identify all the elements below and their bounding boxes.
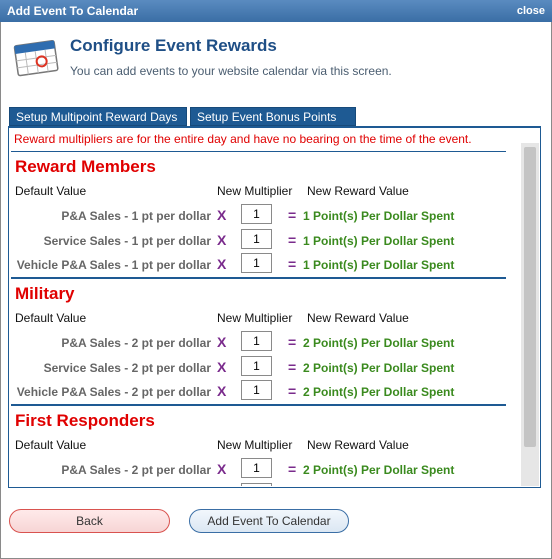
default-value: Service Sales - 2 pt per dollar [43, 361, 211, 375]
reward-row: P&A Sales - 2 pt per dollar X = 2 Point(… [11, 331, 506, 356]
new-reward-value: 2 Point(s) Per Dollar Spent [303, 463, 455, 477]
equals-sign: = [288, 461, 297, 477]
equals-sign: = [288, 232, 297, 248]
new-reward-value: 2 Point(s) Per Dollar Spent [303, 361, 455, 375]
column-header-multiplier: New Multiplier [217, 311, 293, 325]
multiplier-input[interactable] [241, 204, 272, 224]
rewards-panel: Reward multipliers are for the entire da… [8, 126, 541, 488]
default-value: Service Sales - 1 pt per dollar [43, 234, 211, 248]
column-header-reward: New Reward Value [307, 438, 409, 452]
multiply-sign: X [217, 334, 227, 350]
multiplier-input[interactable] [241, 253, 272, 273]
multiplier-input[interactable] [241, 380, 272, 400]
column-header-default: Default Value [15, 184, 87, 198]
notice-text: Reward multipliers are for the entire da… [14, 132, 472, 146]
section-military: Military Default Value New Multiplier Ne… [11, 279, 506, 406]
tab-multipoint-reward-days[interactable]: Setup Multipoint Reward Days [9, 107, 187, 126]
new-reward-value: 1 Point(s) Per Dollar Spent [303, 234, 455, 248]
equals-sign: = [288, 383, 297, 399]
equals-sign: = [288, 359, 297, 375]
reward-row: Vehicle P&A Sales - 2 pt per dollar X = … [11, 380, 506, 405]
equals-sign: = [288, 334, 297, 350]
multiplier-input[interactable] [241, 356, 272, 376]
column-header-default: Default Value [15, 311, 87, 325]
multiply-sign: X [217, 383, 227, 399]
section-first-responders: First Responders Default Value New Multi… [11, 406, 506, 486]
default-value: P&A Sales - 1 pt per dollar [61, 209, 211, 223]
scrollbar-thumb[interactable] [524, 147, 536, 447]
multiply-sign: X [217, 232, 227, 248]
default-value: Vehicle P&A Sales - 1 pt per dollar [16, 258, 211, 272]
column-header-multiplier: New Multiplier [217, 438, 293, 452]
equals-sign: = [288, 256, 297, 272]
column-header-multiplier: New Multiplier [217, 184, 293, 198]
add-event-button[interactable]: Add Event To Calendar [189, 509, 349, 533]
equals-sign: = [288, 207, 297, 223]
reward-row: P&A Sales - 2 pt per dollar X = 2 Point(… [11, 458, 506, 483]
dialog-titlebar: Add Event To Calendar close [0, 0, 552, 22]
reward-row: Vehicle P&A Sales - 1 pt per dollar X = … [11, 253, 506, 278]
reward-row: P&A Sales - 1 pt per dollar X = 1 Point(… [11, 204, 506, 229]
column-header-reward: New Reward Value [307, 184, 409, 198]
default-value: P&A Sales - 2 pt per dollar [61, 463, 211, 477]
multiply-sign: X [217, 359, 227, 375]
section-reward-members: Reward Members Default Value New Multipl… [11, 152, 506, 279]
column-header-default: Default Value [15, 438, 87, 452]
new-reward-value: 2 Point(s) Per Dollar Spent [303, 336, 455, 350]
close-button[interactable]: close [517, 5, 545, 17]
multiplier-input[interactable] [241, 458, 272, 478]
reward-row: Service Sales - 2 pt per dollar X = 2 Po… [11, 356, 506, 381]
sections-scroll-area[interactable]: Reward Members Default Value New Multipl… [11, 151, 506, 486]
default-value: P&A Sales - 2 pt per dollar [61, 336, 211, 350]
multiply-sign: X [217, 207, 227, 223]
default-value: Vehicle P&A Sales - 2 pt per dollar [16, 385, 211, 399]
new-reward-value: 2 Point(s) Per Dollar Spent [303, 385, 455, 399]
vertical-scrollbar[interactable] [521, 143, 539, 486]
multiplier-input[interactable] [241, 483, 272, 486]
dialog-title: Add Event To Calendar [7, 4, 139, 18]
column-header-reward: New Reward Value [307, 311, 409, 325]
multiply-sign: X [217, 461, 227, 477]
multiply-sign: X [217, 256, 227, 272]
page-title: Configure Event Rewards [70, 36, 277, 55]
section-title: First Responders [15, 411, 155, 430]
multiplier-input[interactable] [241, 331, 272, 351]
multiplier-input[interactable] [241, 229, 272, 249]
tab-event-bonus-points[interactable]: Setup Event Bonus Points [190, 107, 356, 126]
reward-row-partial [11, 483, 506, 486]
calendar-icon [13, 40, 59, 77]
section-title: Military [15, 284, 75, 303]
new-reward-value: 1 Point(s) Per Dollar Spent [303, 258, 455, 272]
back-button[interactable]: Back [9, 509, 170, 533]
section-title: Reward Members [15, 157, 156, 176]
reward-row: Service Sales - 1 pt per dollar X = 1 Po… [11, 229, 506, 254]
new-reward-value: 1 Point(s) Per Dollar Spent [303, 209, 455, 223]
page-subtitle: You can add events to your website calen… [70, 64, 392, 78]
